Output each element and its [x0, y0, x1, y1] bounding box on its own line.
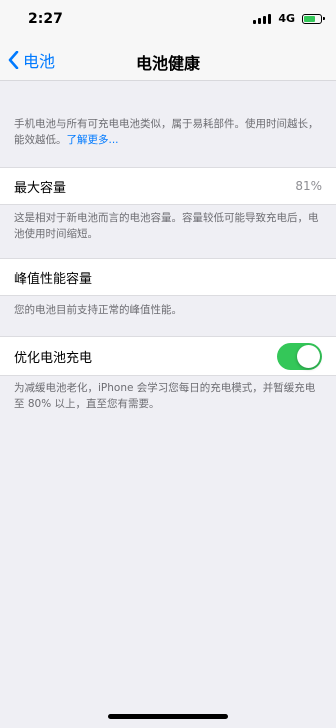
capacity-footer: 这是相对于新电池而言的电池容量。容量较低可能导致充电后，电池使用时间缩短。	[14, 212, 319, 240]
peak-performance-row: 峰值性能容量	[0, 258, 336, 296]
status-bar: 2:27 4G	[0, 0, 336, 40]
status-time: 2:27	[28, 11, 63, 27]
maximum-capacity-row: 最大容量 81%	[0, 167, 336, 205]
learn-more-link[interactable]: 了解更多...	[67, 134, 119, 146]
home-indicator[interactable]	[108, 714, 228, 719]
network-type: 4G	[278, 12, 295, 25]
status-indicators: 4G	[253, 12, 325, 25]
intro-description: 手机电池与所有可充电电池类似，属于易耗部件。使用时间越长，能效越低。了解更多..…	[14, 116, 322, 148]
battery-level	[304, 15, 315, 22]
maximum-capacity-label: 最大容量	[14, 180, 67, 196]
page-title: 电池健康	[135, 54, 200, 73]
navigation-bar: 电池 电池健康	[0, 40, 336, 81]
maximum-capacity-value: 81%	[295, 179, 322, 193]
optimized-footer: 为减缓电池老化，iPhone 会学习您每日的充电模式，并暂缓充电至 80% 以上…	[14, 382, 316, 410]
battery-icon	[302, 13, 325, 24]
intro-text: 手机电池与所有可充电电池类似，属于易耗部件。使用时间越长，能效越低。	[14, 118, 319, 146]
optimized-charging-toggle[interactable]	[277, 342, 322, 370]
optimized-charging-row: 优化电池充电	[0, 336, 336, 376]
cellular-signal-icon	[253, 13, 272, 24]
peak-footer: 您的电池目前支持正常的峰值性能。	[14, 304, 182, 316]
optimized-charging-label: 优化电池充电	[14, 350, 93, 366]
toggle-knob	[297, 344, 320, 368]
peak-performance-label: 峰值性能容量	[14, 271, 93, 287]
